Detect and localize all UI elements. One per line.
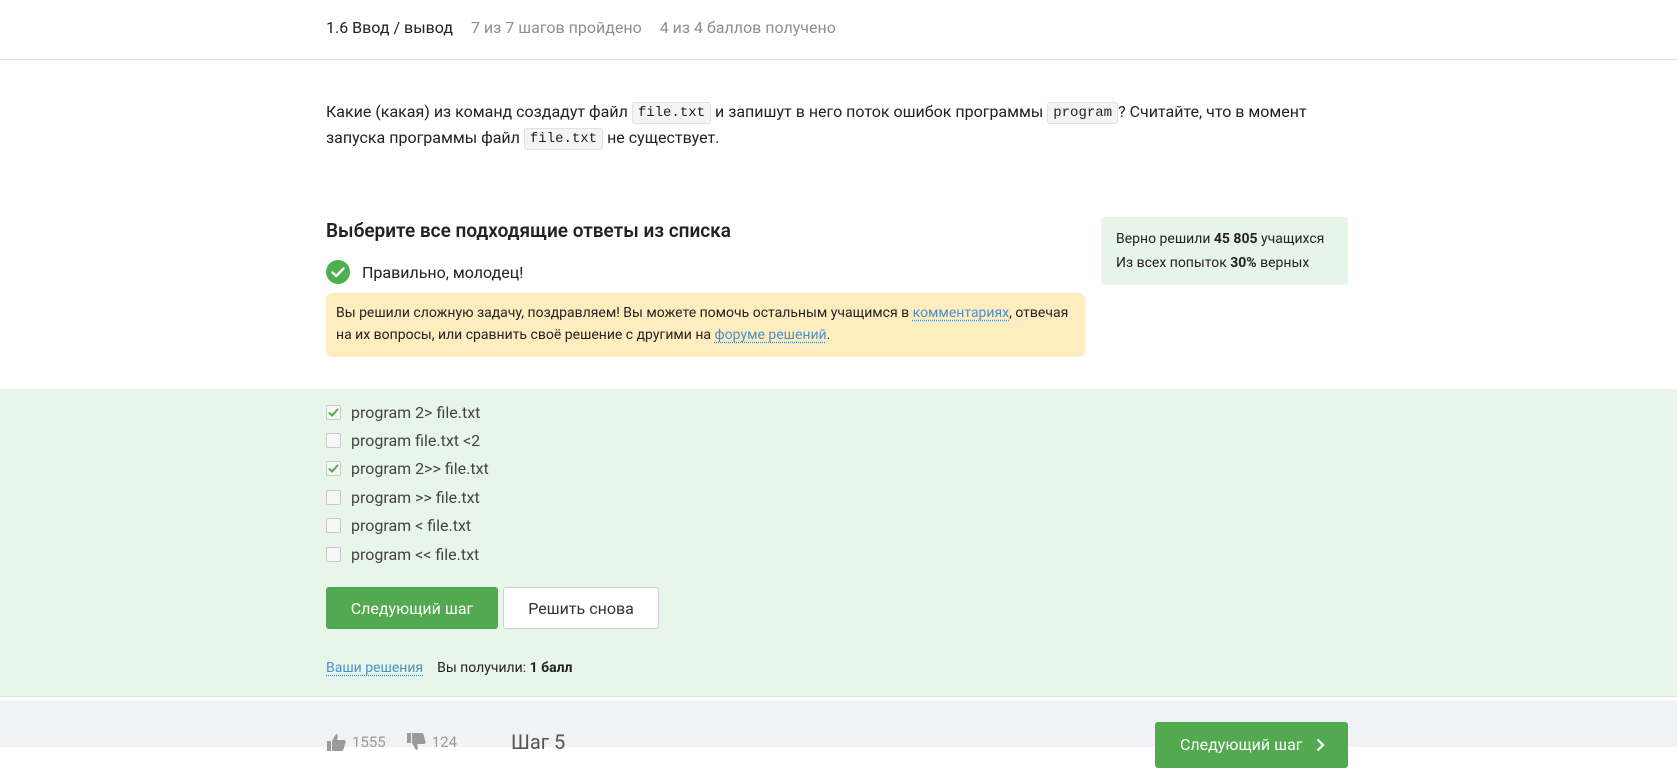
stat-label: учащихся bbox=[1257, 231, 1325, 247]
next-step-button[interactable]: Следующий шаг bbox=[326, 587, 498, 629]
checkbox-checked[interactable] bbox=[326, 405, 341, 420]
correct-feedback: Правильно, молодец! bbox=[326, 260, 523, 284]
question-text: Какие (какая) из команд создадут файл fi… bbox=[326, 99, 1326, 151]
lesson-title[interactable]: 1.6 Ввод / вывод bbox=[326, 18, 453, 37]
thumbs-up-icon[interactable] bbox=[326, 733, 346, 751]
checkmark-icon bbox=[328, 408, 339, 417]
stat-label: верных bbox=[1256, 254, 1310, 271]
answer-option[interactable]: program >> file.txt bbox=[326, 488, 480, 507]
solved-count: 45 805 bbox=[1213, 231, 1258, 247]
result-line: Ваши решения Вы получили: 1 балл bbox=[326, 660, 572, 676]
answer-option[interactable]: program < file.txt bbox=[326, 516, 471, 535]
checkbox[interactable] bbox=[326, 518, 341, 533]
comments-link[interactable]: комментариях bbox=[913, 305, 1009, 321]
answer-prompt: Выберите все подходящие ответы из списка bbox=[326, 219, 731, 242]
question-part: Какие (какая) из команд создадут файл bbox=[326, 102, 632, 121]
option-label: program 2>> file.txt bbox=[351, 459, 489, 478]
inline-code: file.txt bbox=[523, 128, 604, 150]
stats-box: Верно решили 45 805 учащихся Из всех поп… bbox=[1101, 217, 1348, 285]
hint-text: Вы решили сложную задачу, поздравляем! В… bbox=[336, 305, 913, 321]
solutions-forum-link[interactable]: форуме решений bbox=[715, 327, 827, 343]
solved-stat: Верно решили 45 805 учащихся bbox=[1116, 228, 1333, 252]
points-progress: 4 из 4 баллов получено bbox=[659, 18, 836, 37]
option-label: program >> file.txt bbox=[351, 488, 480, 507]
step-label: Шаг 5 bbox=[511, 730, 566, 754]
inline-code: program bbox=[1047, 102, 1119, 124]
stat-label: Верно решили bbox=[1116, 231, 1214, 247]
next-step-bottom-label: Следующий шаг bbox=[1180, 734, 1303, 754]
points-received: Вы получили: 1 балл bbox=[437, 660, 572, 676]
attempts-percent: 30% bbox=[1230, 254, 1257, 271]
thumbs-down-icon[interactable] bbox=[406, 733, 426, 751]
checkbox[interactable] bbox=[326, 547, 341, 562]
next-step-bottom-button[interactable]: Следующий шаг bbox=[1155, 722, 1348, 768]
check-circle-icon bbox=[326, 260, 350, 284]
answer-option[interactable]: program << file.txt bbox=[326, 545, 479, 564]
points-value: 1 балл bbox=[529, 660, 573, 676]
answer-zone bbox=[0, 389, 1677, 697]
steps-progress: 7 из 7 шагов пройдено bbox=[470, 18, 642, 37]
question-part: и запишут в него поток ошибок программы bbox=[711, 102, 1048, 121]
feedback-text: Правильно, молодец! bbox=[362, 262, 524, 282]
points-label: Вы получили: bbox=[437, 660, 530, 676]
hint-box: Вы решили сложную задачу, поздравляем! В… bbox=[326, 293, 1085, 357]
checkbox-checked[interactable] bbox=[326, 461, 341, 476]
answer-option[interactable]: program file.txt <2 bbox=[326, 431, 480, 450]
stat-label: Из всех попыток bbox=[1116, 254, 1231, 271]
dislikes-count: 124 bbox=[431, 733, 458, 751]
hint-text: . bbox=[826, 326, 831, 343]
answer-option[interactable]: program 2> file.txt bbox=[326, 403, 480, 422]
inline-code: file.txt bbox=[631, 102, 712, 124]
likes-count: 1555 bbox=[352, 733, 386, 751]
checkbox[interactable] bbox=[326, 433, 341, 448]
option-label: program file.txt <2 bbox=[351, 431, 481, 450]
option-label: program 2> file.txt bbox=[351, 403, 481, 422]
lesson-header: 1.6 Ввод / вывод 7 из 7 шагов пройдено 4… bbox=[0, 0, 1677, 60]
reactions: 1555 124 bbox=[326, 733, 457, 751]
checkmark-icon bbox=[328, 464, 339, 473]
your-solutions-link[interactable]: Ваши решения bbox=[326, 660, 423, 676]
solve-again-button[interactable]: Решить снова bbox=[503, 587, 659, 629]
checkbox[interactable] bbox=[326, 490, 341, 505]
chevron-right-icon bbox=[1316, 737, 1326, 756]
answer-option[interactable]: program 2>> file.txt bbox=[326, 459, 489, 478]
question-part: не существует. bbox=[603, 128, 720, 147]
option-label: program < file.txt bbox=[351, 516, 472, 535]
attempts-stat: Из всех попыток 30% верных bbox=[1116, 252, 1333, 276]
option-label: program << file.txt bbox=[351, 545, 480, 564]
step-footer: 1555 124 Шаг 5 Следующий шаг bbox=[0, 700, 1677, 768]
